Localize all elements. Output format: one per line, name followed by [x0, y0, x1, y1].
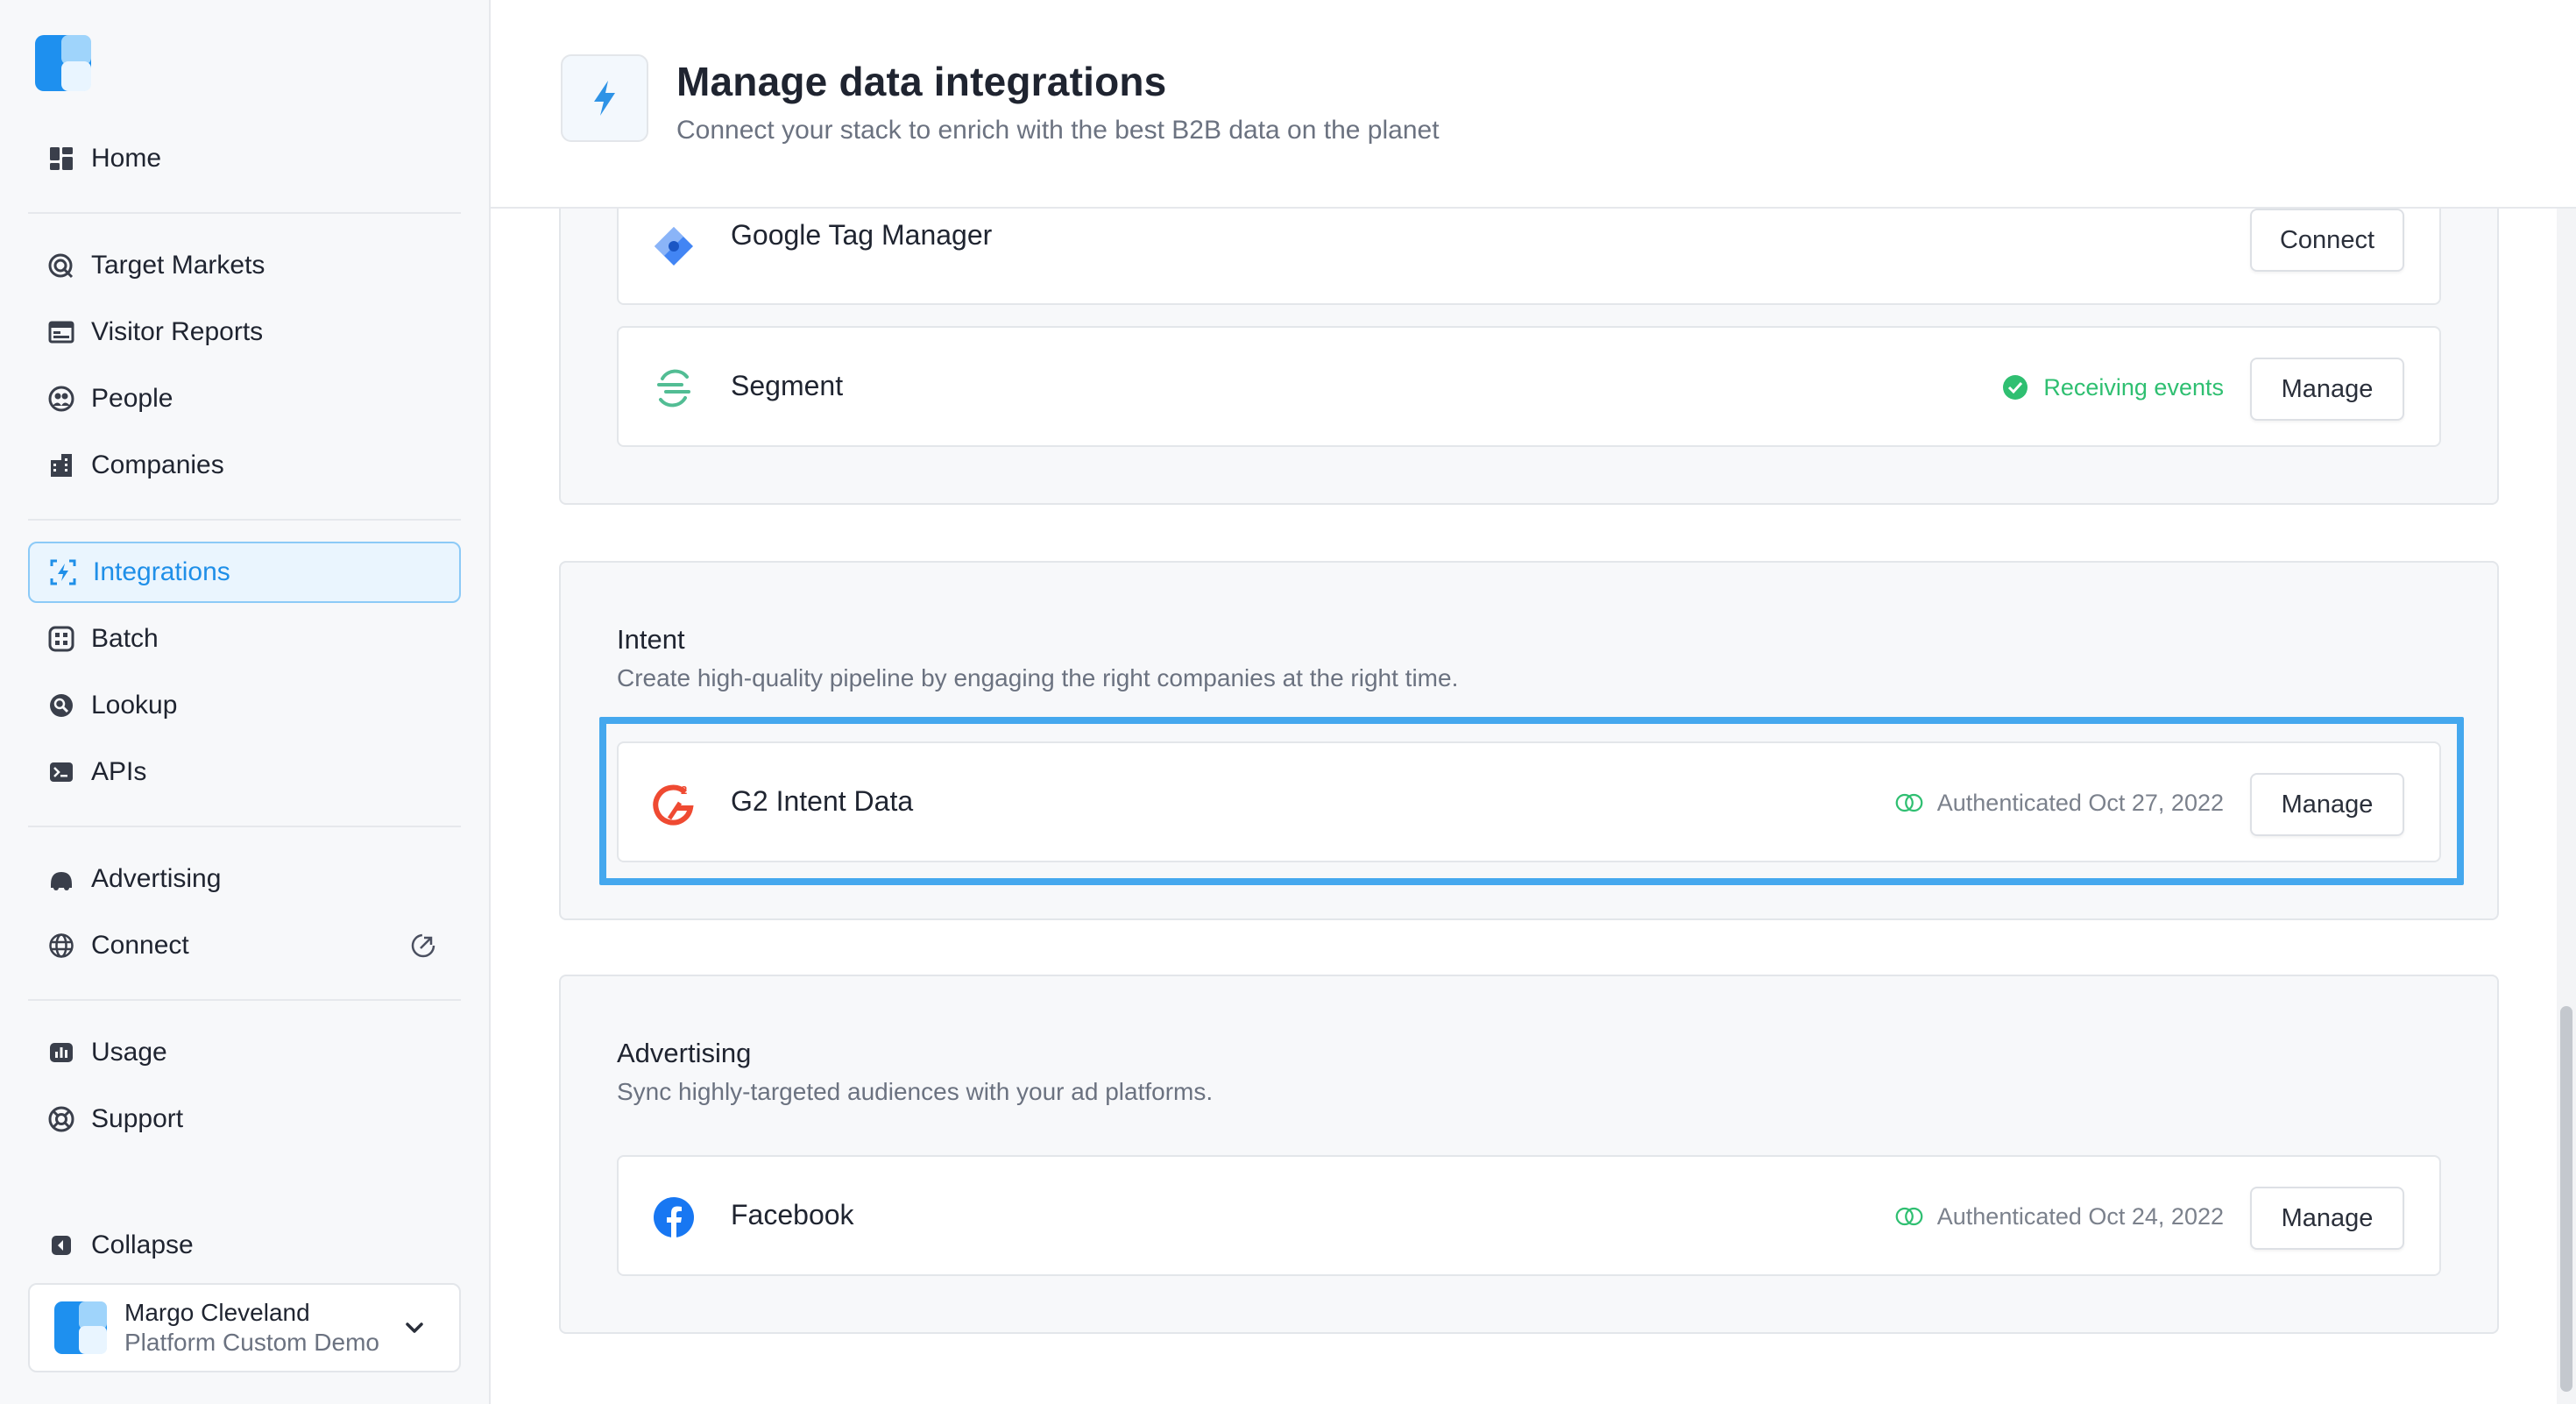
- page-title: Manage data integrations: [676, 59, 1167, 104]
- account-name: Margo Cleveland: [124, 1299, 310, 1326]
- status-text: Authenticated Oct 24, 2022: [1936, 1202, 2224, 1230]
- sidebar-item-apis[interactable]: APIs: [28, 741, 461, 803]
- sidebar-collapse-button[interactable]: Collapse: [28, 1215, 461, 1276]
- sidebar-item-label: Connect: [91, 931, 189, 960]
- google-tag-manager-icon: [655, 227, 693, 266]
- home-icon: [44, 141, 79, 176]
- sidebar-item-integrations[interactable]: Integrations: [28, 542, 461, 603]
- page-subtitle: Connect your stack to enrich with the be…: [676, 116, 1440, 145]
- sidebar-item-usage[interactable]: Usage: [28, 1022, 461, 1083]
- sidebar-item-label: Companies: [91, 450, 224, 479]
- support-icon: [44, 1102, 79, 1137]
- nav-divider: [28, 519, 461, 521]
- main-content: Google Tag Manager Connect Segment Recei…: [491, 0, 2576, 1404]
- app-logo[interactable]: [35, 35, 91, 91]
- integration-status: Authenticated Oct 24, 2022: [1893, 1202, 2224, 1230]
- sidebar-item-label: Batch: [91, 624, 159, 653]
- sidebar-item-companies[interactable]: Companies: [28, 435, 461, 496]
- page-header: Manage data integrations Connect your st…: [491, 0, 2576, 209]
- status-text: Authenticated Oct 27, 2022: [1936, 789, 2224, 816]
- sidebar-item-home[interactable]: Home: [28, 128, 461, 189]
- sidebar-item-support[interactable]: Support: [28, 1088, 461, 1150]
- status-text: Receiving events: [2043, 373, 2224, 401]
- advertising-icon: [44, 862, 79, 897]
- nav-divider: [28, 212, 461, 214]
- scrollbar-thumb[interactable]: [2560, 1006, 2572, 1392]
- section-description: Sync highly-targeted audiences with your…: [617, 1078, 1214, 1105]
- sidebar-item-label: Advertising: [91, 864, 222, 893]
- connect-button[interactable]: Connect: [2250, 209, 2404, 272]
- sidebar-item-visitor-reports[interactable]: Visitor Reports: [28, 301, 461, 363]
- sidebar-item-lookup[interactable]: Lookup: [28, 675, 461, 736]
- building-icon: [44, 448, 79, 483]
- report-icon: [44, 315, 79, 350]
- globe-icon: [44, 928, 79, 963]
- integration-card-facebook: Facebook Authenticated Oct 24, 2022 Mana…: [617, 1155, 2441, 1276]
- sidebar-item-label: Collapse: [91, 1230, 194, 1259]
- workspace-logo: [54, 1301, 107, 1354]
- usage-icon: [44, 1035, 79, 1070]
- terminal-icon: [44, 755, 79, 790]
- section-advertising: Advertising Sync highly-targeted audienc…: [559, 975, 2499, 1334]
- external-link-icon[interactable]: [408, 931, 438, 961]
- header-icon-tile: [561, 54, 648, 142]
- collapse-icon: [44, 1228, 79, 1263]
- account-switcher[interactable]: Margo Cleveland Platform Custom Demo: [28, 1283, 461, 1372]
- integration-status: Authenticated Oct 27, 2022: [1893, 789, 2224, 817]
- nav-divider: [28, 826, 461, 827]
- sidebar-item-label: People: [91, 384, 173, 413]
- sidebar-item-advertising[interactable]: Advertising: [28, 848, 461, 910]
- sidebar: Home Target Markets Visitor Reports Peop…: [0, 0, 491, 1404]
- section-description: Create high-quality pipeline by engaging…: [617, 664, 1459, 691]
- sidebar-item-label: Target Markets: [91, 251, 265, 280]
- g2-icon: 2: [653, 784, 694, 826]
- integration-name: Facebook: [731, 1199, 854, 1230]
- section-title: Advertising: [617, 1038, 752, 1068]
- section-intent: Intent Create high-quality pipeline by e…: [559, 561, 2499, 920]
- lookup-icon: [44, 688, 79, 723]
- sidebar-item-label: Visitor Reports: [91, 317, 264, 346]
- integration-name: Segment: [731, 370, 844, 401]
- sidebar-item-connect[interactable]: Connect: [28, 915, 461, 976]
- lightning-icon: [594, 81, 615, 116]
- integration-card-segment: Segment Receiving events Manage: [617, 326, 2441, 447]
- target-icon: [44, 248, 79, 283]
- linked-rings-icon: [1895, 1207, 1923, 1226]
- scrollbar[interactable]: [2557, 209, 2576, 1404]
- sidebar-item-label: Home: [91, 144, 162, 173]
- sidebar-item-label: Support: [91, 1104, 184, 1133]
- manage-button[interactable]: Manage: [2250, 773, 2404, 836]
- nav-divider: [28, 999, 461, 1001]
- batch-icon: [44, 621, 79, 656]
- sidebar-item-label: Lookup: [91, 691, 178, 720]
- facebook-icon: [654, 1197, 694, 1237]
- sidebar-item-label: APIs: [91, 757, 147, 786]
- chevron-down-icon: [406, 1322, 423, 1333]
- integration-card-g2-intent-data: 2 G2 Intent Data Authenticated Oct 27, 2…: [617, 741, 2441, 862]
- sidebar-item-label: Usage: [91, 1038, 167, 1067]
- sidebar-item-target-markets[interactable]: Target Markets: [28, 235, 461, 296]
- integration-name: G2 Intent Data: [731, 785, 914, 817]
- sidebar-item-people[interactable]: People: [28, 368, 461, 429]
- integration-status: Receiving events: [1999, 373, 2224, 401]
- account-org: Platform Custom Demo: [124, 1329, 379, 1356]
- linked-rings-icon: [1895, 793, 1923, 812]
- sidebar-item-batch[interactable]: Batch: [28, 608, 461, 670]
- people-icon: [44, 381, 79, 416]
- check-circle-icon: [2003, 375, 2028, 400]
- section-title: Intent: [617, 624, 685, 655]
- integration-name: Google Tag Manager: [731, 219, 993, 251]
- svg-text:2: 2: [681, 784, 687, 797]
- segment-icon: [657, 369, 690, 408]
- manage-button[interactable]: Manage: [2250, 1187, 2404, 1250]
- sidebar-item-label: Integrations: [93, 557, 230, 586]
- integrations-icon: [46, 555, 81, 590]
- manage-button[interactable]: Manage: [2250, 358, 2404, 421]
